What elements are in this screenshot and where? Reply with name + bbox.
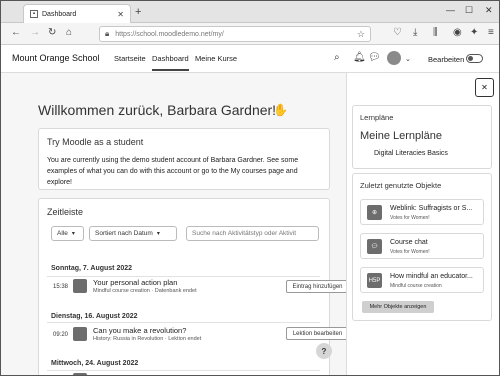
edit-mode-label: Bearbeiten: [428, 55, 465, 64]
site-brand[interactable]: Mount Orange School: [12, 53, 100, 63]
recent-item-subtitle: Votes for Women!: [390, 249, 430, 255]
timeline-sort-dropdown[interactable]: Sortiert nach Datum ▾: [89, 226, 177, 241]
notification-bell-icon[interactable]: 🔔︎: [353, 52, 366, 63]
new-tab-button[interactable]: +: [135, 6, 141, 18]
recent-item[interactable]: H5P How mindful an educator... Mindful c…: [360, 267, 484, 293]
recent-item-title: How mindful an educator...: [390, 273, 473, 280]
chevron-down-icon[interactable]: ⌄: [405, 55, 411, 63]
tab-strip: ▪ Dashboard ✕ + — ☐ ✕: [1, 1, 499, 23]
chevron-down-icon: ▾: [156, 231, 160, 237]
event-subtitle: Mindful course creation · Datenbank ende…: [93, 288, 197, 294]
h5p-icon: H5P: [367, 273, 382, 288]
nav-startseite[interactable]: Startseite: [114, 54, 146, 63]
nav-dashboard[interactable]: Dashboard: [152, 54, 189, 71]
extension-icon[interactable]: ✦: [470, 27, 478, 38]
recent-item-title: Course chat: [390, 239, 428, 246]
event-title-link[interactable]: Your personal action plan: [93, 278, 177, 287]
divider: [47, 276, 320, 277]
try-moodle-card: Try Moodle as a student You are currentl…: [38, 128, 330, 190]
recent-item[interactable]: 💬︎ Course chat Votes for Women!: [360, 233, 484, 259]
globe-icon: ⊕: [367, 205, 382, 220]
url-text: https://school.moodledemo.net/my/: [115, 30, 224, 38]
user-avatar[interactable]: [387, 51, 401, 65]
learning-plans-title: Lernpläne: [360, 113, 394, 122]
download-icon[interactable]: ⤓: [413, 27, 417, 38]
learning-plans-heading: Meine Lernpläne: [360, 130, 442, 142]
favicon-icon: ▪: [30, 10, 38, 18]
forward-icon[interactable]: →: [30, 27, 40, 38]
reload-icon[interactable]: ↻: [48, 27, 56, 38]
learning-plan-link[interactable]: Digital Literacies Basics: [374, 150, 448, 157]
tab-title: Dashboard: [42, 10, 77, 18]
timeline-date-heading: Dienstag, 16. August 2022: [51, 313, 138, 320]
nav-meine-kurse[interactable]: Meine Kurse: [195, 54, 237, 63]
recent-item-title: Weblink: Suffragists or S...: [390, 205, 473, 212]
library-icon[interactable]: ⫼: [433, 27, 438, 38]
bookmark-star-icon[interactable]: ☆: [357, 29, 365, 40]
tab-close-icon[interactable]: ✕: [117, 10, 124, 19]
window-close-icon[interactable]: ✕: [485, 5, 493, 16]
back-icon[interactable]: ←: [11, 27, 21, 38]
browser-navbar: ← → ↻ ⌂ 🔒︎ https://school.moodledemo.net…: [1, 23, 499, 45]
edit-lesson-button[interactable]: Lektion bearbeiten: [286, 327, 349, 340]
recent-item-subtitle: Votes for Women!: [390, 215, 430, 221]
filter-value: Alle: [57, 230, 68, 237]
site-header: Mount Orange School Startseite Dashboard…: [1, 45, 499, 73]
lesson-icon: [73, 327, 87, 341]
minimize-icon[interactable]: —: [446, 5, 455, 15]
timeline-title: Zeitleiste: [47, 207, 84, 217]
timeline-date-heading: Sonntag, 7. August 2022: [51, 265, 133, 272]
timeline-search-input[interactable]: [186, 226, 319, 241]
help-button[interactable]: ?: [316, 343, 332, 359]
timeline-card: Zeitleiste Alle ▾ Sortiert nach Datum ▾ …: [38, 198, 349, 375]
browser-window: ▪ Dashboard ✕ + — ☐ ✕ ← → ↻ ⌂ 🔒︎ https:/…: [0, 0, 500, 376]
search-icon[interactable]: ⌕: [334, 52, 340, 63]
database-icon: [73, 279, 87, 293]
try-card-title: Try Moodle as a student: [47, 137, 144, 147]
recent-items-title: Zuletzt genutzte Objekte: [360, 181, 442, 190]
timeline-date-heading: Mittwoch, 24. August 2022: [51, 360, 139, 367]
tab-dashboard[interactable]: ▪ Dashboard ✕: [23, 4, 131, 23]
url-bar[interactable]: 🔒︎ https://school.moodledemo.net/my/ ☆: [99, 26, 371, 42]
event-subtitle: History: Russia in Revolution · Lektion …: [93, 336, 202, 342]
home-icon[interactable]: ⌂: [66, 27, 72, 38]
add-entry-button[interactable]: Eintrag hinzufügen: [286, 280, 349, 293]
learning-plans-block: Lernpläne Meine Lernpläne Digital Litera…: [352, 105, 492, 169]
recent-item[interactable]: ⊕ Weblink: Suffragists or S... Votes for…: [360, 199, 484, 225]
show-more-items-button[interactable]: Mehr Objekte anzeigen: [362, 301, 434, 313]
sort-value: Sortiert nach Datum: [95, 230, 153, 237]
pocket-icon[interactable]: ♡: [393, 27, 402, 38]
divider: [47, 322, 320, 323]
chevron-down-icon: ▾: [71, 231, 75, 237]
drawer-close-button[interactable]: ✕: [475, 78, 494, 97]
chat-icon: 💬︎: [367, 239, 382, 254]
event-time: 09:20: [53, 332, 69, 338]
lock-icon: 🔒︎: [105, 29, 110, 38]
divider: [47, 370, 320, 371]
maximize-icon[interactable]: ☐: [465, 5, 473, 16]
recent-item-subtitle: Mindful course creation: [390, 283, 442, 289]
event-time: 15:38: [53, 284, 69, 290]
timeline-filter-dropdown[interactable]: Alle ▾: [51, 226, 84, 241]
menu-icon[interactable]: ≡: [488, 27, 494, 38]
account-icon[interactable]: ◉: [453, 27, 462, 38]
event-title-link[interactable]: Can you make a revolution?: [93, 326, 186, 335]
try-card-text: You are currently using the demo student…: [47, 157, 299, 186]
page-title: Willkommen zurück, Barbara Gardner!: [38, 102, 277, 118]
edit-mode-toggle[interactable]: [466, 54, 483, 63]
messages-icon[interactable]: 💬︎: [368, 52, 381, 63]
wave-icon: ✋: [273, 103, 288, 117]
